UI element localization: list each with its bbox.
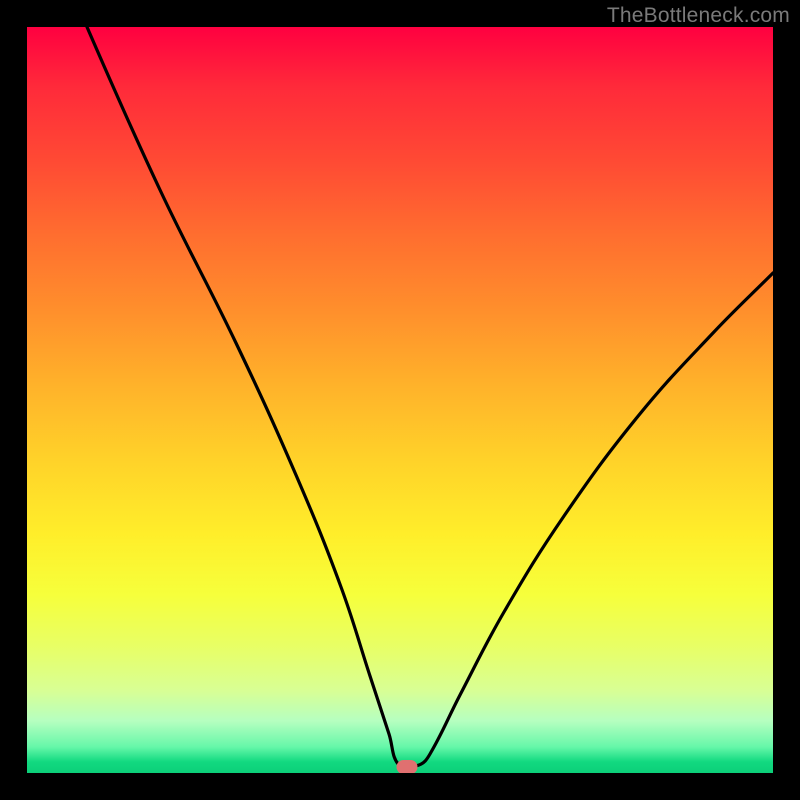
watermark-text: TheBottleneck.com (607, 4, 790, 28)
bottleneck-curve (27, 27, 773, 773)
chart-stage: TheBottleneck.com (0, 0, 800, 800)
bottleneck-marker (397, 760, 418, 773)
plot-area (27, 27, 773, 773)
